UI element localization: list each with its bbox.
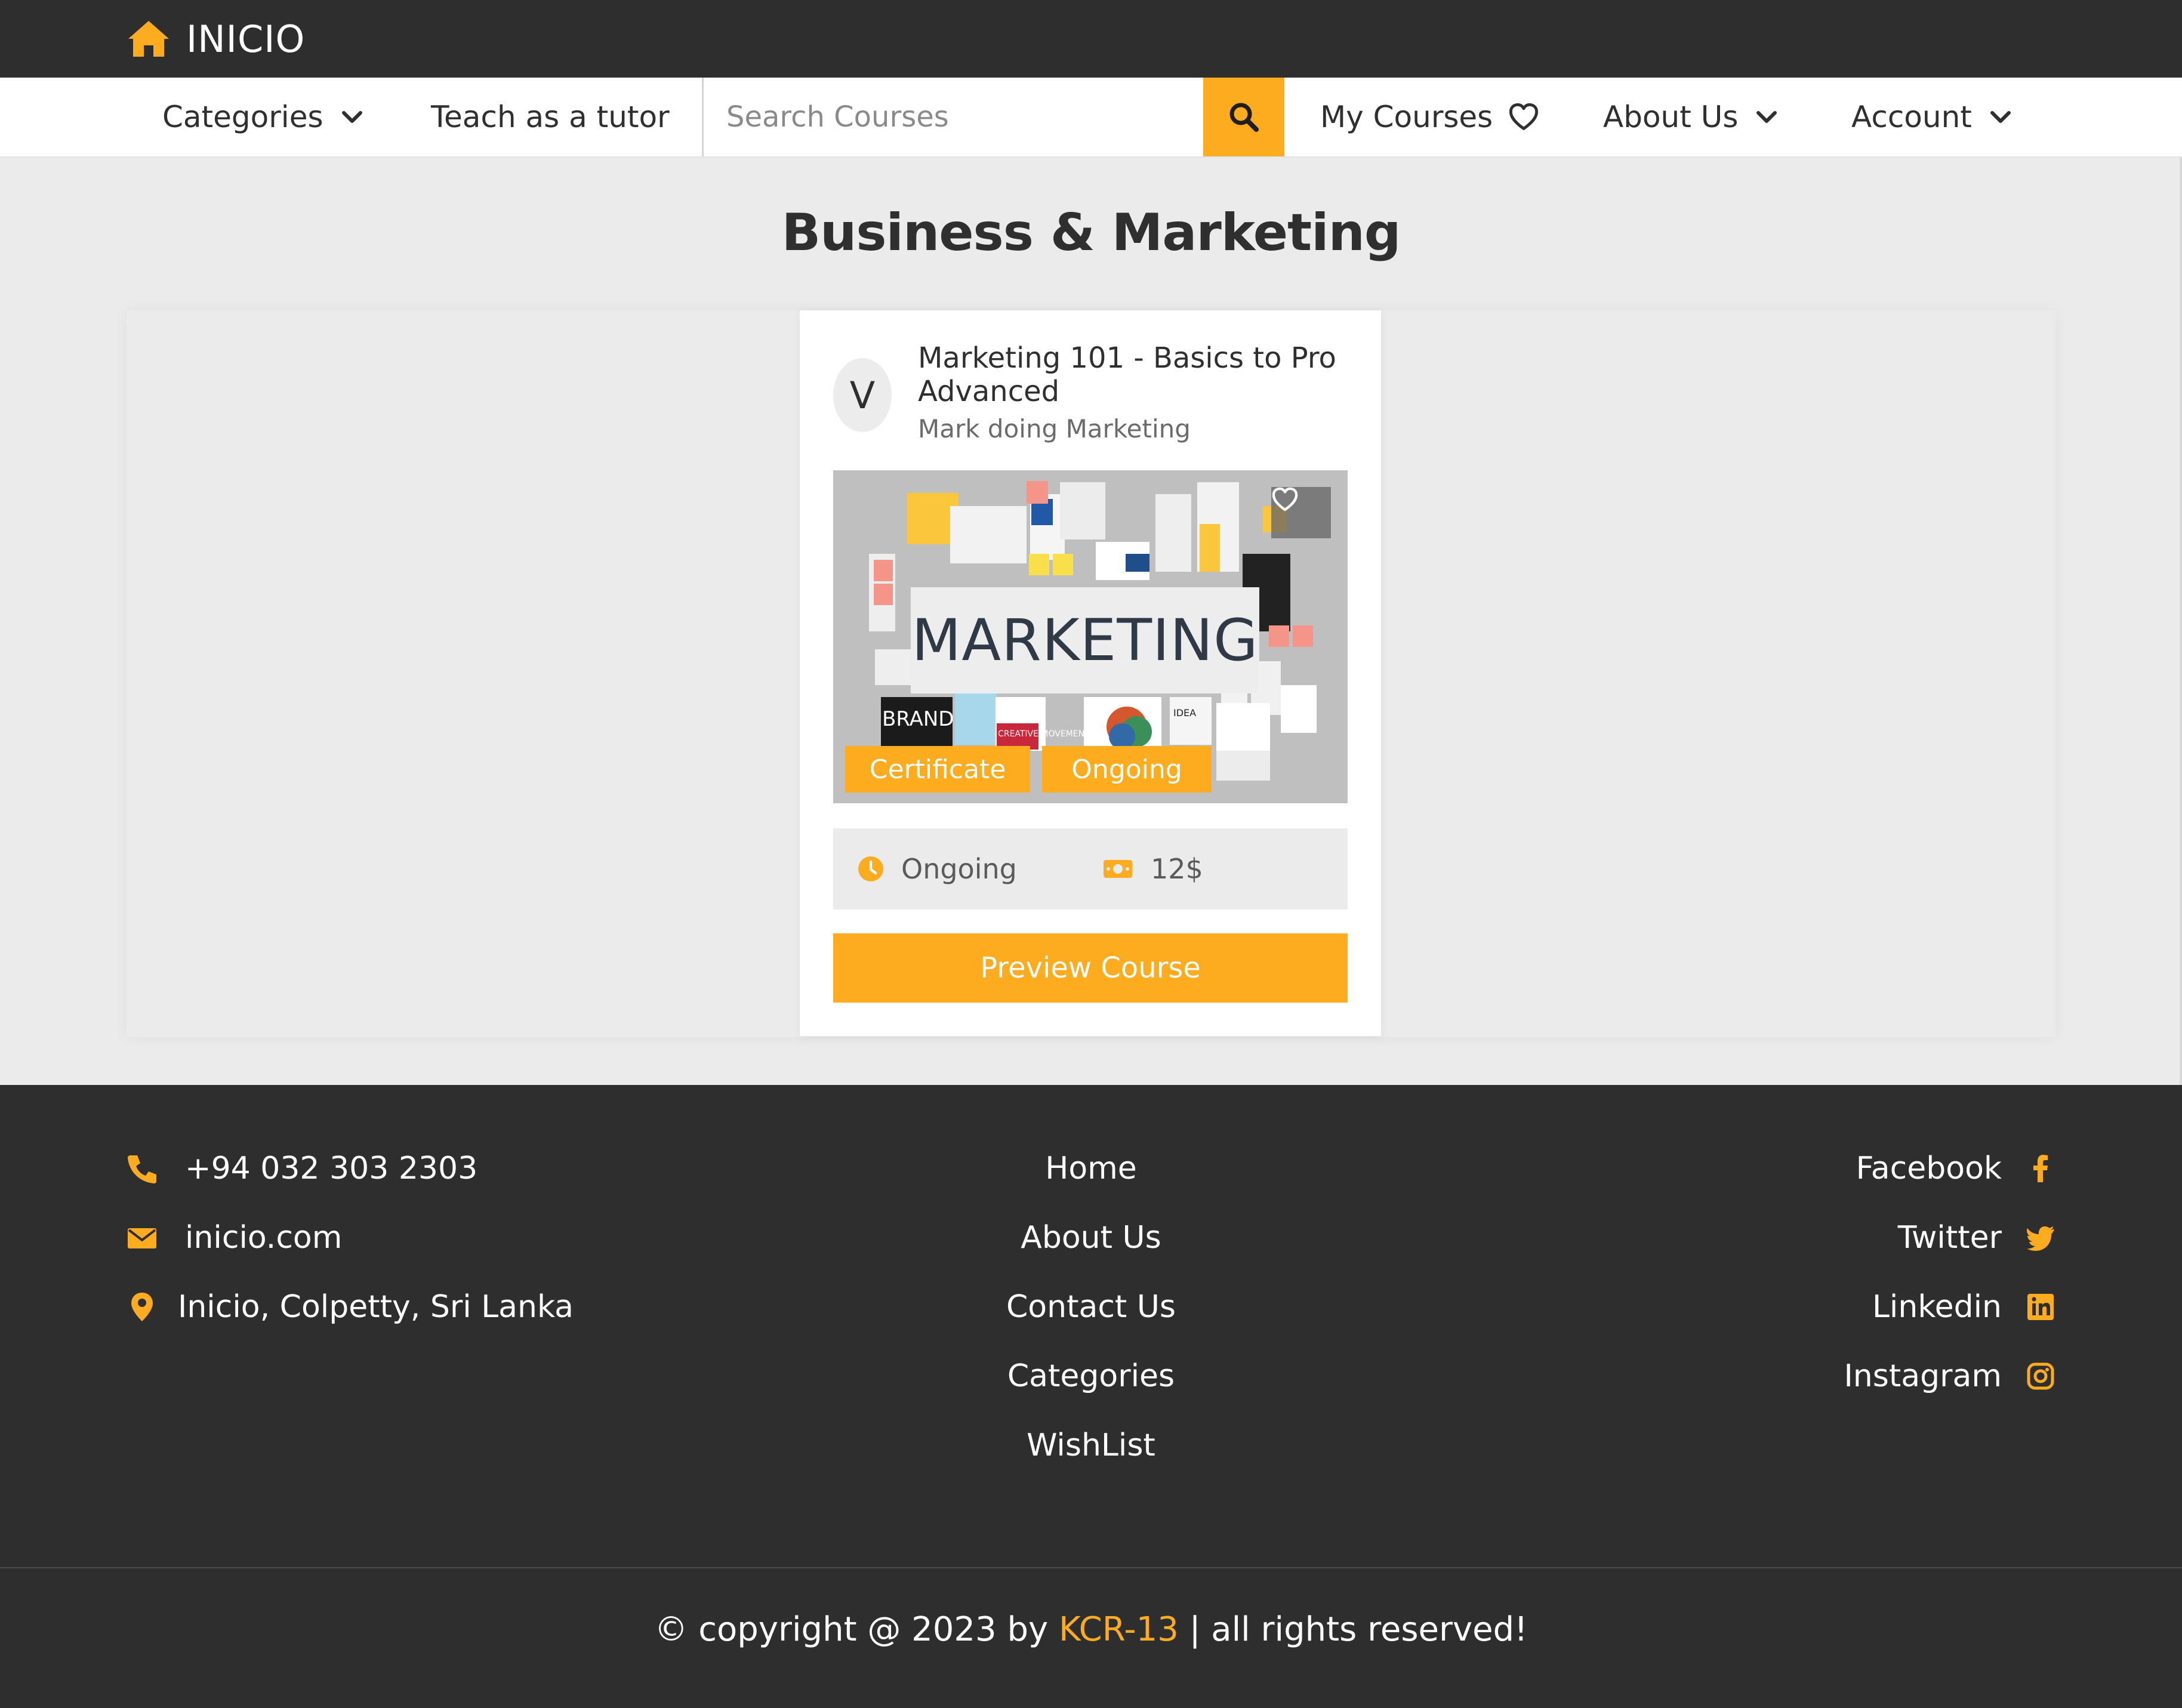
footer-link-wishlist[interactable]: WishList [912,1422,1270,1469]
nav-teach[interactable]: Teach as a tutor [431,78,670,156]
contact-phone: +94 032 303 2303 [127,1145,477,1192]
nav-categories[interactable]: Categories [162,78,365,156]
copyright-prefix: © copyright @ 2023 by [654,1610,1059,1649]
avatar: V [833,358,892,432]
linkedin-icon [2027,1294,2054,1320]
facebook-icon [2033,1155,2048,1182]
heart-icon [1509,103,1539,130]
preview-course-button[interactable]: Preview Course [833,933,1348,1003]
ongoing-tag: Ongoing [1042,746,1212,793]
svg-text:IDEA: IDEA [1173,707,1196,719]
search-input[interactable] [704,78,1203,156]
course-meta: Ongoing 12$ [833,828,1348,910]
chevron-down-icon [341,111,362,123]
nav-about-label: About Us [1603,100,1739,134]
footer-link-home[interactable]: Home [912,1145,1270,1192]
instagram-icon [2027,1362,2054,1390]
money-icon [1104,860,1132,878]
svg-text:CREATIVE MOVEMENT: CREATIVE MOVEMENT [998,729,1090,739]
svg-text:BRAND: BRAND [882,707,954,731]
social-facebook[interactable]: Facebook [1856,1145,2055,1192]
contact-email: inicio.com [127,1214,342,1262]
nav-categories-label: Categories [162,100,323,134]
course-price-label: 12$ [1151,853,1203,885]
contact-email-text: inicio.com [185,1220,343,1256]
footer-link-categories[interactable]: Categories [912,1352,1270,1400]
search-icon [1229,103,1259,132]
social-twitter-label: Twitter [1897,1220,2002,1256]
nav-my-courses-label: My Courses [1320,100,1493,134]
heart-icon [1272,487,1298,511]
copyright-brand-link[interactable]: KCR-13 [1059,1610,1179,1649]
wishlist-button[interactable] [1271,487,1331,538]
nav-teach-label: Teach as a tutor [431,100,670,134]
map-pin-icon [131,1293,153,1321]
copyright-suffix: | all rights reserved! [1178,1610,1528,1649]
course-status: Ongoing [857,828,1017,910]
contact-address-text: Inicio, Colpetty, Sri Lanka [178,1289,574,1325]
course-status-label: Ongoing [901,853,1017,885]
social-instagram-label: Instagram [1844,1358,2002,1394]
chevron-down-icon [1990,111,2011,123]
contact-phone-text: +94 032 303 2303 [185,1151,478,1186]
nav-account[interactable]: Account [1851,78,2014,156]
image-headline: MARKETING [912,607,1259,674]
social-instagram[interactable]: Instagram [1844,1352,2055,1400]
copyright: © copyright @ 2023 by KCR-13 | all right… [0,1610,2182,1649]
footer-link-contact[interactable]: Contact Us [912,1283,1270,1331]
page-edge [2180,158,2182,1085]
page-title: Business & Marketing [781,203,1401,263]
nav-about[interactable]: About Us [1603,78,1780,156]
brand-name: INICIO [186,17,306,61]
search-button[interactable] [1203,78,1284,156]
certificate-tag: Certificate [845,746,1030,793]
social-facebook-label: Facebook [1856,1151,2002,1186]
course-author: Mark doing Marketing [918,414,1191,443]
nav-account-label: Account [1851,100,1972,134]
home-icon [128,21,169,57]
social-twitter[interactable]: Twitter [1898,1214,2055,1262]
twitter-icon [2027,1226,2054,1251]
phone-icon [128,1155,156,1183]
envelope-icon [128,1228,156,1248]
clock-icon [858,856,883,881]
course-price: 12$ [1102,828,1203,910]
chevron-down-icon [1756,111,1777,123]
course-image[interactable]: MARKETING BRAND CREATIVE MOVEMENT IDEA C… [833,470,1348,803]
course-card: V Marketing 101 - Basics to Pro Advanced… [800,310,1381,1036]
social-linkedin-label: Linkedin [1872,1289,2002,1325]
contact-address: Inicio, Colpetty, Sri Lanka [127,1283,574,1331]
footer-divider [0,1567,2182,1568]
footer: +94 032 303 2303 inicio.com Inicio, Colp… [0,1085,2182,1708]
nav-bar: Categories Teach as a tutor My Courses A… [0,78,2182,158]
social-linkedin[interactable]: Linkedin [1872,1283,2055,1331]
search-box [702,78,1203,156]
footer-link-about[interactable]: About Us [912,1214,1270,1262]
course-title[interactable]: Marketing 101 - Basics to Pro Advanced [918,341,1360,408]
top-bar: INICIO [0,0,2182,78]
brand-logo[interactable]: INICIO [127,17,305,61]
nav-my-courses[interactable]: My Courses [1320,78,1539,156]
